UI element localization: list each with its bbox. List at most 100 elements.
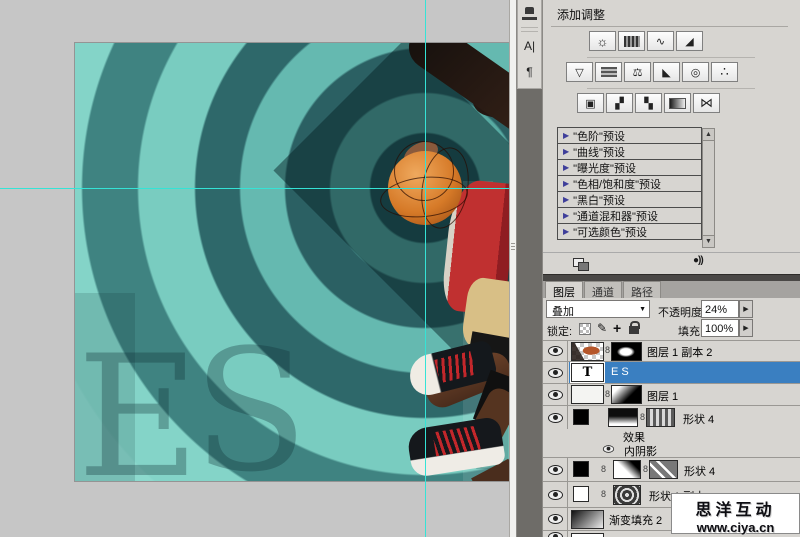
expand-arrow-icon[interactable]: ▶ [563, 211, 569, 220]
expanded-view-icon[interactable] [573, 258, 584, 267]
layer-thumbnail[interactable] [571, 385, 604, 404]
lock-all-icon[interactable] [629, 326, 639, 334]
panel-group: 添加调整 ☼ ∿ ◢ ▽ ⚖ ◣ ◎ ∴ ▣ ▞ ▚ [542, 0, 800, 537]
expand-arrow-icon[interactable]: ▶ [563, 147, 569, 156]
brightness-contrast-button[interactable]: ☼ [589, 31, 616, 51]
visibility-eye-icon[interactable] [548, 346, 563, 356]
layer-mask-thumbnail[interactable] [613, 485, 641, 505]
expand-arrow-icon[interactable]: ▶ [563, 227, 569, 236]
preset-channel-mixer[interactable]: ▶"通道混和器"预设 [557, 207, 702, 224]
layer-row-layer1[interactable]: 8 图层 1 [543, 383, 800, 405]
shape-color-swatch[interactable] [573, 461, 589, 477]
lock-pixels-brush-icon[interactable]: ✎ [597, 321, 607, 335]
layer-name[interactable]: 形状 4 [684, 463, 715, 479]
paragraph-panel-button[interactable]: ¶ [518, 59, 541, 85]
black-white-button[interactable]: ◣ [653, 62, 680, 82]
preset-label: "曲线"预设 [573, 144, 625, 160]
expand-arrow-icon[interactable]: ▶ [563, 179, 569, 188]
text-layer-thumbnail[interactable]: T [571, 363, 604, 382]
visibility-eye-icon[interactable] [548, 390, 563, 400]
preset-scrollbar[interactable]: ▲ ▼ [702, 128, 715, 248]
layer-name[interactable]: 图层 1 [647, 388, 678, 404]
horizontal-guide[interactable] [0, 188, 509, 189]
layer-mask-thumbnail[interactable] [611, 342, 642, 361]
exposure-button[interactable]: ◢ [676, 31, 703, 51]
adjustment-icon-row-2: ▽ ⚖ ◣ ◎ ∴ [566, 62, 738, 82]
link-mask-icon: 8 [643, 464, 648, 474]
shape-color-swatch[interactable] [573, 486, 589, 502]
color-balance-button[interactable]: ⚖ [624, 62, 651, 82]
tab-channels[interactable]: 通道 [584, 281, 622, 298]
scroll-up-icon[interactable]: ▲ [703, 129, 714, 141]
photo-filter-icon: ◎ [691, 66, 701, 79]
threshold-button[interactable]: ▚ [635, 93, 662, 113]
visibility-eye-icon[interactable] [548, 465, 563, 475]
channel-mixer-button[interactable]: ∴ [711, 62, 738, 82]
layer-thumbnail[interactable] [571, 510, 604, 529]
layer-name[interactable]: 图层 1 副本 2 [647, 344, 712, 360]
document-scrollbar[interactable] [509, 0, 517, 537]
scroll-down-icon[interactable]: ▼ [703, 235, 714, 247]
expand-arrow-icon[interactable]: ▶ [563, 131, 569, 140]
document-canvas[interactable]: E S E [75, 43, 509, 481]
opacity-input[interactable]: 24% [701, 300, 739, 318]
preset-hue-saturation[interactable]: ▶"色相/饱和度"预设 [557, 175, 702, 192]
scrollbar-grip[interactable] [511, 243, 515, 252]
posterize-button[interactable]: ▞ [606, 93, 633, 113]
layer-row-es-selected[interactable]: T E S [543, 361, 800, 383]
fill-input[interactable]: 100% [701, 319, 739, 337]
clone-source-panel-button[interactable] [518, 0, 541, 26]
layer-thumbnail[interactable] [571, 533, 604, 537]
layer-name[interactable]: 形状 4 [683, 411, 714, 427]
character-panel-button[interactable]: A| [518, 33, 541, 59]
fill-spinner[interactable]: ▶ [739, 319, 753, 337]
tab-layers[interactable]: 图层 [545, 281, 583, 298]
effect-eye-icon[interactable] [603, 445, 614, 453]
effects-row[interactable]: 效果 [543, 429, 800, 442]
layer-row-shape4-bottom[interactable]: 8 8 形状 4 [543, 457, 800, 481]
vibrance-button[interactable]: ▽ [566, 62, 593, 82]
visibility-eye-icon[interactable] [548, 514, 563, 524]
selective-color-button[interactable]: ⋈ [693, 93, 720, 113]
preset-curves[interactable]: ▶ "曲线"预设 [557, 143, 702, 160]
gradient-map-button[interactable] [664, 93, 691, 113]
layer-row-shape4-top[interactable]: 8 形状 4 [543, 405, 800, 429]
hue-saturation-icon [601, 67, 617, 77]
photo-filter-button[interactable]: ◎ [682, 62, 709, 82]
layers-tab-bar: 图层 通道 路径 [543, 281, 800, 298]
preset-black-white[interactable]: ▶"黑白"预设 [557, 191, 702, 208]
preset-levels[interactable]: ▶"色阶"预设 [557, 127, 702, 144]
layer-row-copy2[interactable]: 8 图层 1 副本 2 [543, 340, 800, 361]
expand-arrow-icon[interactable]: ▶ [563, 163, 569, 172]
preset-label: "曝光度"预设 [573, 160, 636, 176]
lock-transparency-icon[interactable] [579, 323, 591, 335]
vertical-guide[interactable] [425, 0, 426, 537]
divider [587, 57, 755, 58]
vector-mask-thumbnail[interactable] [646, 408, 675, 427]
visibility-eye-icon[interactable] [548, 532, 563, 537]
preset-selective-color[interactable]: ▶"可选颜色"预设 [557, 223, 702, 240]
visibility-eye-icon[interactable] [548, 490, 563, 500]
curves-button[interactable]: ∿ [647, 31, 674, 51]
clip-to-layer-icon[interactable]: ●)) [693, 255, 703, 266]
opacity-spinner[interactable]: ▶ [739, 300, 753, 318]
levels-button[interactable] [618, 31, 645, 51]
invert-button[interactable]: ▣ [577, 93, 604, 113]
inner-shadow-row[interactable]: 内阴影 [543, 442, 800, 457]
hue-saturation-button[interactable] [595, 62, 622, 82]
layer-mask-thumbnail[interactable] [613, 460, 641, 479]
expand-arrow-icon[interactable]: ▶ [563, 195, 569, 204]
vector-mask-thumbnail[interactable] [649, 460, 678, 479]
layer-thumbnail[interactable] [571, 342, 604, 361]
lock-position-move-icon[interactable]: + [613, 320, 621, 336]
blend-mode-select[interactable]: 叠加 ▼ [546, 300, 650, 318]
shape-color-swatch[interactable] [573, 409, 589, 425]
layer-mask-thumbnail[interactable] [608, 408, 638, 427]
tab-paths[interactable]: 路径 [623, 281, 661, 298]
visibility-eye-icon[interactable] [548, 368, 563, 378]
preset-exposure[interactable]: ▶ "曝光度"预设 [557, 159, 702, 176]
layer-name[interactable]: 渐变填充 2 [609, 512, 662, 528]
visibility-eye-icon[interactable] [548, 413, 563, 423]
layer-mask-thumbnail[interactable] [611, 385, 642, 404]
layer-name[interactable]: E S [611, 366, 629, 378]
